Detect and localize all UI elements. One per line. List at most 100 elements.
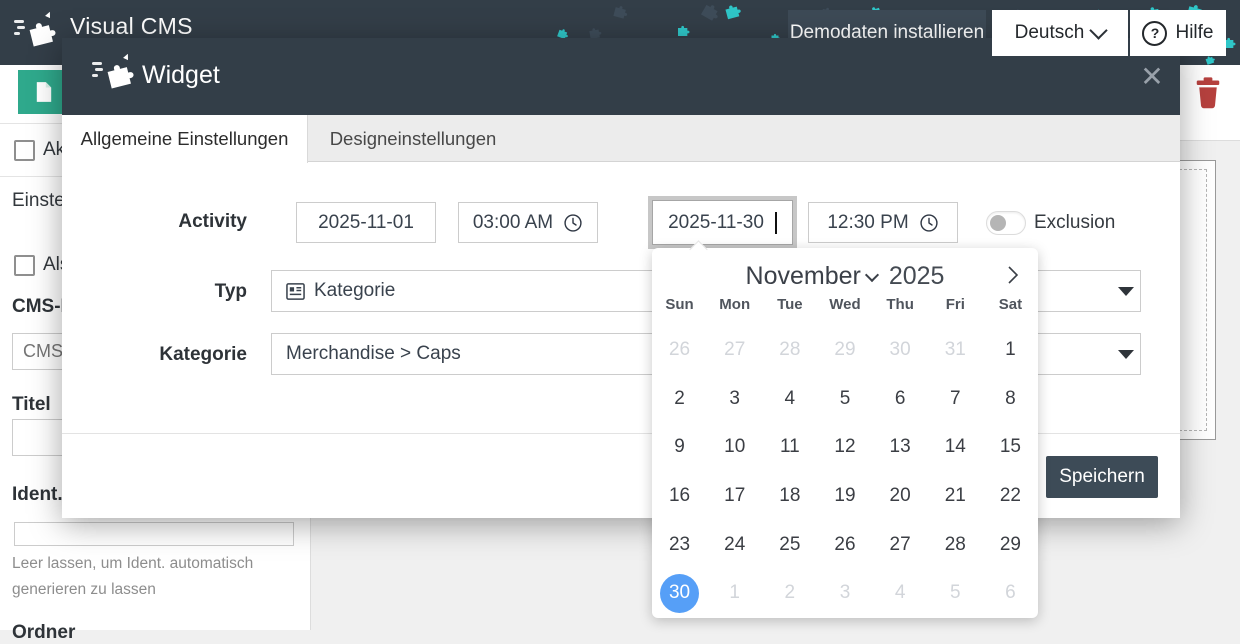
calendar-day[interactable]: 14 — [936, 428, 975, 467]
question-circle-icon: ? — [1142, 21, 1167, 46]
ident-hint-line1: Leer lassen, um Ident. automatisch — [12, 551, 253, 577]
category-select-value: Merchandise > Caps — [286, 343, 461, 365]
calendar-day[interactable]: 19 — [825, 477, 864, 516]
calendar-day[interactable]: 15 — [991, 428, 1030, 467]
toggle-knob — [990, 215, 1006, 231]
ident-hint-line2: generieren zu lassen — [12, 577, 156, 603]
calendar-day[interactable]: 17 — [715, 477, 754, 516]
text-cursor — [775, 212, 777, 234]
date-from-value: 2025-11-01 — [318, 212, 414, 234]
time-from-input[interactable]: 03:00 AM — [458, 202, 598, 243]
calendar-day[interactable]: 12 — [825, 428, 864, 467]
date-from-input[interactable]: 2025-11-01 — [296, 202, 436, 243]
tab-designeinstellungen[interactable]: Designeinstellungen — [307, 115, 519, 163]
calendar-day[interactable]: 23 — [660, 525, 699, 564]
active-checkbox[interactable] — [14, 140, 35, 161]
calendar-day[interactable]: 27 — [881, 525, 920, 564]
language-select-button[interactable]: Deutsch — [992, 10, 1128, 56]
calendar-day[interactable]: 2 — [770, 574, 809, 613]
help-label: Hilfe — [1175, 22, 1213, 44]
exclusion-toggle[interactable] — [986, 211, 1026, 235]
calendar-day[interactable]: 25 — [770, 525, 809, 564]
type-select-value: Kategorie — [314, 280, 395, 302]
tab-allgemeine-einstellungen[interactable]: Allgemeine Einstellungen — [62, 115, 308, 163]
brand-title[interactable]: Visual CMS — [70, 13, 193, 40]
chevron-right-icon — [1006, 263, 1020, 287]
select-caret-icon — [1118, 350, 1134, 359]
month-label: November — [746, 262, 861, 291]
calendar-day[interactable]: 26 — [825, 525, 864, 564]
calendar-day-selected[interactable]: 30 — [660, 574, 699, 613]
calendar-day[interactable]: 5 — [936, 574, 975, 613]
calendar-day[interactable]: 4 — [881, 574, 920, 613]
puzzle-piece-decoration — [721, 0, 747, 27]
clock-icon — [919, 213, 939, 233]
calendar-day[interactable]: 5 — [825, 379, 864, 418]
time-from-value: 03:00 AM — [473, 212, 553, 234]
calendar-grid: 2627282930311234567891011121314151617181… — [652, 326, 1038, 618]
calendar-day[interactable]: 1 — [991, 331, 1030, 370]
tab-strip: Allgemeine Einstellungen Designeinstellu… — [62, 115, 1180, 162]
help-button[interactable]: ? Hilfe — [1130, 10, 1226, 56]
activity-label: Activity — [62, 211, 247, 233]
calendar-day[interactable]: 27 — [715, 331, 754, 370]
calendar-day[interactable]: 29 — [825, 331, 864, 370]
date-to-value: 2025-11-30 — [668, 212, 764, 234]
folder-label: Ordner — [12, 622, 75, 644]
calendar-day[interactable]: 1 — [715, 574, 754, 613]
weekday-row: SunMonTueWedThuFriSat — [652, 296, 1038, 313]
close-icon[interactable]: ✕ — [1132, 56, 1172, 96]
brand-puzzle-logo-icon — [14, 10, 58, 52]
ident-label: Ident. — [12, 484, 63, 506]
time-to-value: 12:30 PM — [827, 212, 908, 234]
weekday-label: Mon — [707, 296, 762, 313]
widget-puzzle-icon — [92, 52, 136, 96]
year-input[interactable]: 2025 — [889, 262, 945, 291]
calendar-day[interactable]: 21 — [936, 477, 975, 516]
calendar-day[interactable]: 4 — [770, 379, 809, 418]
calendar-header: November 2025 — [652, 258, 1038, 294]
date-picker-popup: November 2025 SunMonTueWedThuFriSat 2627… — [652, 248, 1038, 618]
calendar-day[interactable]: 30 — [881, 331, 920, 370]
calendar-day[interactable]: 31 — [936, 331, 975, 370]
calendar-day[interactable]: 9 — [660, 428, 699, 467]
trash-icon — [1193, 75, 1223, 111]
chevron-down-icon — [865, 268, 879, 282]
weekday-label: Wed — [817, 296, 872, 313]
calendar-day[interactable]: 22 — [991, 477, 1030, 516]
calendar-day[interactable]: 3 — [715, 379, 754, 418]
language-label: Deutsch — [1015, 22, 1085, 44]
calendar-day[interactable]: 7 — [936, 379, 975, 418]
calendar-day[interactable]: 28 — [936, 525, 975, 564]
delete-button[interactable] — [1188, 70, 1228, 116]
puzzle-piece-decoration — [609, 0, 632, 27]
chevron-down-icon — [1090, 21, 1108, 39]
next-month-button[interactable] — [1000, 260, 1026, 290]
calendar-day[interactable]: 6 — [881, 379, 920, 418]
calendar-day[interactable]: 6 — [991, 574, 1030, 613]
month-dropdown[interactable]: November — [746, 262, 877, 291]
calendar-day[interactable]: 2 — [660, 379, 699, 418]
title-label: Titel — [12, 394, 51, 416]
calendar-day[interactable]: 11 — [770, 428, 809, 467]
calendar-day[interactable]: 16 — [660, 477, 699, 516]
date-to-input[interactable]: 2025-11-30 — [652, 200, 793, 245]
calendar-day[interactable]: 8 — [991, 379, 1030, 418]
list-alt-icon — [286, 282, 305, 301]
calendar-day[interactable]: 28 — [770, 331, 809, 370]
weekday-label: Thu — [873, 296, 928, 313]
calendar-day[interactable]: 24 — [715, 525, 754, 564]
time-to-input[interactable]: 12:30 PM — [808, 202, 958, 243]
calendar-day[interactable]: 10 — [715, 428, 754, 467]
save-button[interactable]: Speichern — [1046, 456, 1158, 498]
calendar-day[interactable]: 29 — [991, 525, 1030, 564]
template-checkbox[interactable] — [14, 255, 35, 276]
calendar-day[interactable]: 18 — [770, 477, 809, 516]
calendar-day[interactable]: 3 — [825, 574, 864, 613]
calendar-day[interactable]: 26 — [660, 331, 699, 370]
calendar-day[interactable]: 20 — [881, 477, 920, 516]
ident-input[interactable] — [14, 522, 294, 546]
weekday-label: Sun — [652, 296, 707, 313]
exclusion-label: Exclusion — [1034, 212, 1115, 234]
calendar-day[interactable]: 13 — [881, 428, 920, 467]
